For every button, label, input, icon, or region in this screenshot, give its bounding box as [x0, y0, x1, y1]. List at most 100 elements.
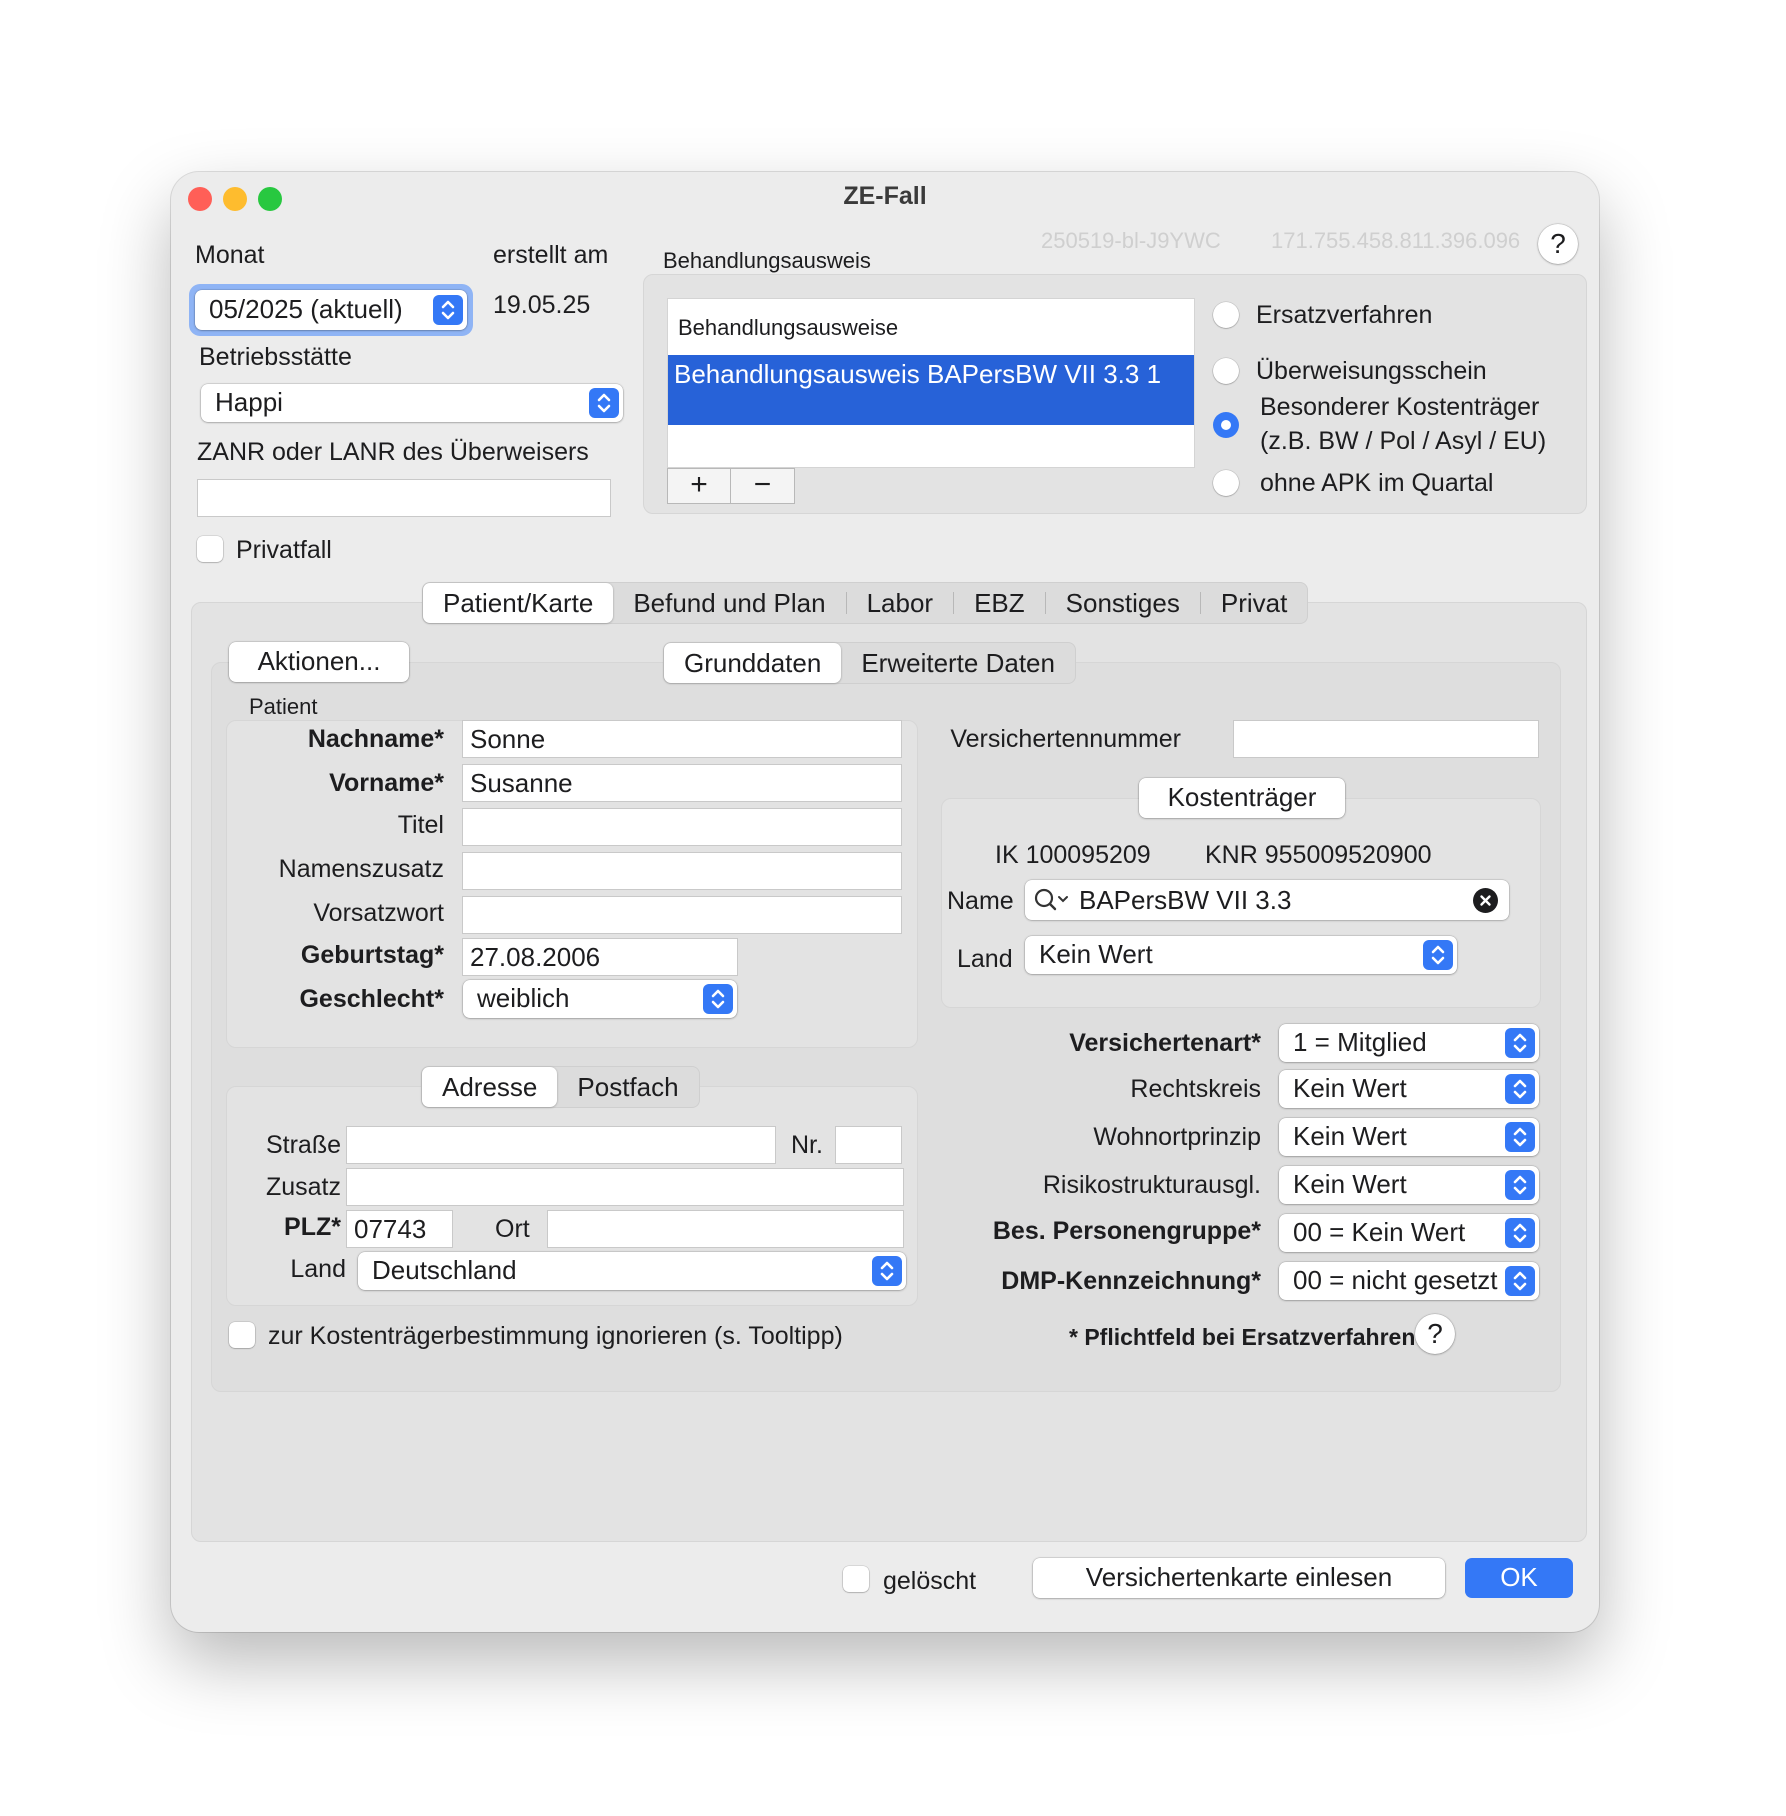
zusatz-field[interactable] [346, 1168, 904, 1206]
radio-ohne-apk[interactable] [1213, 470, 1239, 496]
versichertennummer-field[interactable] [1233, 720, 1539, 758]
help-button-top[interactable]: ? [1538, 224, 1578, 264]
geschlecht-value: weiblich [477, 983, 570, 1013]
tab-labor[interactable]: Labor [847, 583, 954, 623]
tab-postfach[interactable]: Postfach [557, 1067, 698, 1107]
label-ueberweisungsschein: Überweisungsschein [1256, 357, 1487, 385]
radio-ueberweisungsschein[interactable] [1213, 358, 1239, 384]
versichertenart-select[interactable]: 1 = Mitglied [1279, 1024, 1539, 1062]
record-number: 171.755.458.811.396.096 [1271, 228, 1521, 253]
kt-land-stepper-icon [1423, 940, 1453, 970]
knr-number: KNR 955009520900 [1205, 841, 1432, 869]
ort-label: Ort [495, 1215, 530, 1243]
monat-value: 05/2025 (aktuell) [209, 294, 403, 324]
label-ohne-apk: ohne APK im Quartal [1260, 469, 1494, 497]
namenszusatz-field[interactable] [462, 852, 902, 890]
kt-land-select[interactable]: Kein Wert [1025, 936, 1457, 974]
geschlecht-stepper-icon [703, 984, 733, 1014]
erstellt-label: erstellt am [493, 241, 609, 269]
rechtskreis-value: Kein Wert [1293, 1073, 1407, 1103]
zanr-field[interactable] [197, 479, 611, 517]
tab-privat[interactable]: Privat [1201, 583, 1307, 623]
land-label: Land [290, 1255, 346, 1283]
rechtskreis-select[interactable]: Kein Wert [1279, 1070, 1539, 1108]
tab-ebz[interactable]: EBZ [954, 583, 1045, 623]
geschlecht-select[interactable]: weiblich [463, 980, 737, 1018]
ok-button[interactable]: OK [1465, 1558, 1573, 1598]
vorsatzwort-label: Vorsatzwort [313, 899, 444, 927]
vorname-label: Vorname* [329, 769, 444, 797]
plz-field[interactable]: 07743 [346, 1210, 453, 1248]
vorsatzwort-field[interactable] [462, 896, 902, 934]
geburtstag-field[interactable]: 27.08.2006 [462, 938, 738, 976]
radio-ersatzverfahren[interactable] [1213, 302, 1239, 328]
record-code: 250519-bl-J9YWC [1041, 228, 1221, 253]
personengruppe-value: 00 = Kein Wert [1293, 1217, 1466, 1247]
risikostruktur-select[interactable]: Kein Wert [1279, 1166, 1539, 1204]
risikostruktur-label: Risikostrukturausgl. [1042, 1171, 1261, 1199]
rechtskreis-label: Rechtskreis [1130, 1075, 1261, 1103]
land-select[interactable]: Deutschland [358, 1252, 906, 1290]
land-value: Deutschland [372, 1255, 517, 1285]
tab-sonstiges[interactable]: Sonstiges [1046, 583, 1200, 623]
zanr-label: ZANR oder LANR des Überweisers [197, 438, 589, 466]
patient-group-label: Patient [249, 694, 318, 719]
dialog-window: ZE-Fall 250519-bl-J9YWC 171.755.458.811.… [171, 172, 1599, 1632]
versichertenart-stepper-icon [1505, 1028, 1535, 1058]
titel-field[interactable] [462, 808, 902, 846]
vorname-field[interactable]: Susanne [462, 764, 902, 802]
monat-select[interactable]: 05/2025 (aktuell) [195, 290, 467, 330]
betrieb-value: Happi [215, 387, 283, 417]
tab-grunddaten[interactable]: Grunddaten [664, 643, 842, 683]
dmp-select[interactable]: 00 = nicht gesetzt [1279, 1262, 1539, 1300]
ignore-checkbox[interactable] [229, 1322, 255, 1348]
geloescht-checkbox[interactable] [843, 1566, 869, 1592]
versichertenkarte-einlesen-button[interactable]: Versichertenkarte einlesen [1033, 1558, 1445, 1598]
personengruppe-label: Bes. Personengruppe* [992, 1217, 1261, 1245]
versichertennummer-label: Versichertennummer [950, 725, 1181, 753]
ignore-label: zur Kostenträgerbestimmung ignorieren (s… [268, 1322, 843, 1350]
wohnortprinzip-value: Kein Wert [1293, 1121, 1407, 1151]
tab-adresse[interactable]: Adresse [422, 1067, 558, 1107]
add-item-button[interactable]: + [668, 469, 731, 503]
kostentraeger-button[interactable]: Kostenträger [1139, 778, 1345, 818]
help-button-pflicht[interactable]: ? [1415, 1314, 1455, 1354]
personengruppe-select[interactable]: 00 = Kein Wert [1279, 1214, 1539, 1252]
kt-name-value: BAPersBW VII 3.3 [1079, 885, 1292, 915]
pflichtfeld-note: * Pflichtfeld bei Ersatzverfahren [1069, 1324, 1416, 1350]
monat-stepper-icon [433, 295, 463, 325]
wohnortprinzip-label: Wohnortprinzip [1093, 1123, 1261, 1151]
kt-name-search-field[interactable]: BAPersBW VII 3.3 [1025, 880, 1509, 920]
strasse-field[interactable] [346, 1126, 776, 1164]
remove-item-button[interactable]: − [731, 469, 794, 503]
radio-besonderer-kostentraeger[interactable] [1213, 412, 1239, 438]
list-item[interactable]: Behandlungsausweis BAPersBW VII 3.3 1 [668, 355, 1194, 425]
behandlung-item-label: Behandlungsausweis BAPersBW VII 3.3 1 [674, 359, 1162, 389]
tab-erweiterte-daten[interactable]: Erweiterte Daten [841, 643, 1075, 683]
kt-land-value: Kein Wert [1039, 939, 1153, 969]
label-besonderer-kostentraeger: Besonderer Kostenträger [1260, 393, 1540, 421]
privatfall-label: Privatfall [236, 536, 332, 564]
ort-field[interactable] [547, 1210, 904, 1248]
risikostruktur-stepper-icon [1505, 1170, 1535, 1200]
nachname-label: Nachname* [307, 725, 444, 753]
wohnortprinzip-stepper-icon [1505, 1122, 1535, 1152]
geschlecht-label: Geschlecht* [299, 985, 444, 1013]
betrieb-select[interactable]: Happi [201, 384, 623, 422]
tab-befund-und-plan[interactable]: Befund und Plan [613, 583, 845, 623]
titel-label: Titel [397, 811, 444, 839]
geloescht-label: gelöscht [883, 1567, 977, 1595]
erstellt-value: 19.05.25 [493, 291, 591, 319]
kt-name-label: Name [947, 887, 1014, 915]
betrieb-label: Betriebsstätte [199, 343, 352, 371]
tab-patient-karte[interactable]: Patient/Karte [423, 583, 614, 623]
dmp-stepper-icon [1505, 1266, 1535, 1296]
privatfall-checkbox[interactable] [197, 536, 223, 562]
aktionen-button[interactable]: Aktionen... [229, 642, 409, 682]
behandlung-group-label: Behandlungsausweis [663, 248, 871, 273]
wohnortprinzip-select[interactable]: Kein Wert [1279, 1118, 1539, 1156]
main-tabs: Patient/Karte Befund und Plan Labor EBZ … [422, 582, 1309, 624]
clear-icon[interactable] [1473, 888, 1498, 913]
monat-label: Monat [195, 241, 265, 269]
personengruppe-stepper-icon [1505, 1218, 1535, 1248]
